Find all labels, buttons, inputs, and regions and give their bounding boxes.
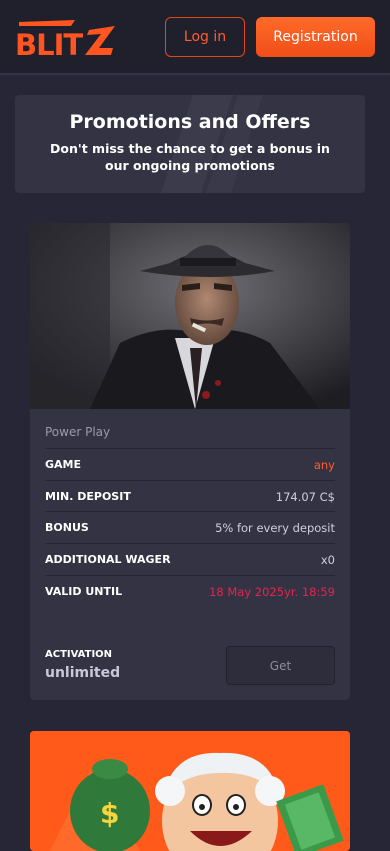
detail-value: 18 May 2025yr. 18:59 xyxy=(209,584,335,599)
promotion-name: Power Play xyxy=(45,425,111,439)
top-header: BLIT Log in Registration xyxy=(0,0,390,75)
registration-button[interactable]: Registration xyxy=(256,17,375,57)
detail-row-game: GAME any xyxy=(45,448,335,480)
promotion-image: $ xyxy=(30,731,350,851)
detail-label: BONUS xyxy=(45,521,89,534)
detail-value: 174.07 C$ xyxy=(275,489,335,504)
svg-text:BLIT: BLIT xyxy=(15,28,83,58)
get-button[interactable]: Get xyxy=(226,646,335,685)
detail-row-valid-until: VALID UNTIL 18 May 2025yr. 18:59 xyxy=(45,575,335,607)
detail-row-additional-wager: ADDITIONAL WAGER x0 xyxy=(45,543,335,575)
detail-label: GAME xyxy=(45,458,82,471)
detail-value: any xyxy=(313,457,335,472)
blitz-logo[interactable]: BLIT xyxy=(15,18,117,58)
detail-value: x0 xyxy=(320,552,335,567)
detail-row-bonus: BONUS 5% for every deposit xyxy=(45,511,335,543)
detail-label: ADDITIONAL WAGER xyxy=(45,553,171,566)
page-title: Promotions and Offers xyxy=(69,111,311,133)
detail-row-min-deposit: MIN. DEPOSIT 174.07 C$ xyxy=(45,480,335,512)
promotions-banner: Promotions and Offers Don't miss the cha… xyxy=(15,95,365,193)
promotion-image xyxy=(30,223,350,409)
promotion-card: $ xyxy=(30,731,350,851)
activation-label: ACTIVATION xyxy=(45,649,113,660)
detail-label: MIN. DEPOSIT xyxy=(45,490,131,503)
detail-label: VALID UNTIL xyxy=(45,585,123,598)
promotion-card: Power Play GAME any MIN. DEPOSIT 174.07 … xyxy=(30,223,350,700)
login-button[interactable]: Log in xyxy=(165,17,245,57)
page-subtitle: Don't miss the chance to get a bonus in … xyxy=(50,141,330,173)
detail-value: 5% for every deposit xyxy=(215,520,335,535)
svg-text:$: $ xyxy=(100,797,119,830)
activation-value: unlimited xyxy=(45,665,121,681)
